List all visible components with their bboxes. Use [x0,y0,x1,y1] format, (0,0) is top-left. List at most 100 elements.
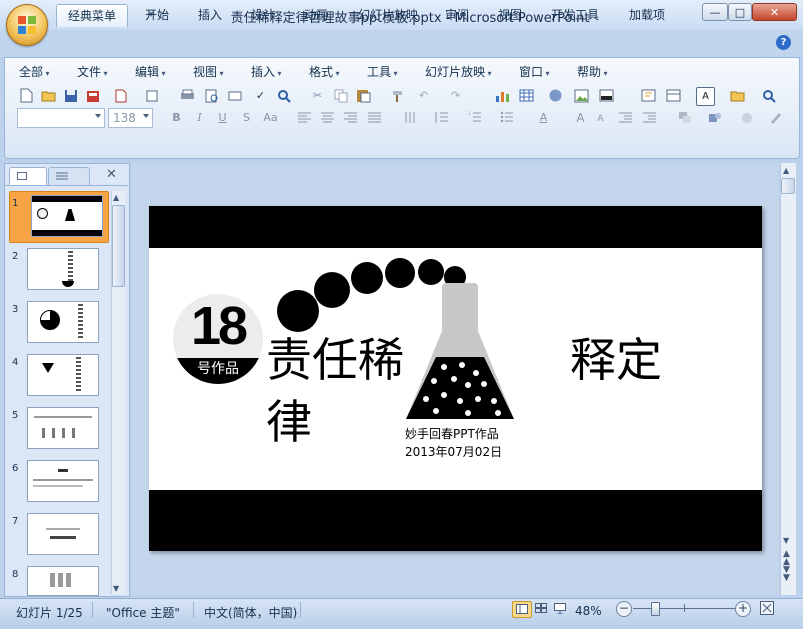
paste-icon[interactable] [355,87,372,104]
save-icon[interactable] [62,87,79,104]
export-pdf-icon[interactable] [112,87,129,104]
slide-thumbnail-7[interactable] [27,513,99,555]
cut-icon[interactable]: ✂ [309,87,326,104]
previous-slide-icon[interactable]: ▲ ▲ [783,550,790,567]
menu-window[interactable]: 窗口 [519,64,550,80]
insert-chart-icon[interactable] [494,87,511,104]
zoom-slider-thumb[interactable] [651,602,660,616]
tab-developer[interactable]: 开发工具 [542,4,608,26]
tab-classic-menu[interactable]: 经典菜单 [56,4,128,27]
menu-help[interactable]: 帮助 [577,64,608,80]
decrease-indent-icon[interactable] [617,109,634,126]
vertical-scrollbar[interactable] [780,163,796,595]
copy-format-icon[interactable] [143,87,160,104]
panel-scroll-down-icon[interactable]: ▼ [113,584,123,594]
text-direction-icon[interactable] [401,109,418,126]
font-size-combo[interactable]: 138 [108,108,153,128]
scroll-down-icon[interactable]: ▼ [783,536,789,545]
slide-thumbnail-4[interactable] [27,354,99,396]
font-color-icon[interactable]: A [535,109,552,126]
research-icon[interactable] [275,87,292,104]
tab-slideshow[interactable]: 幻灯片放映 [350,4,426,26]
slide-thumbnail-1[interactable] [31,195,103,237]
zoom-level[interactable]: 48% [575,604,602,618]
insert-table-icon[interactable] [518,87,535,104]
shadow-icon[interactable]: S [238,109,255,126]
open-icon[interactable] [40,87,57,104]
next-slide-icon[interactable]: ▼ ▼ [783,566,790,583]
slide-sorter-icon[interactable] [226,87,243,104]
minimize-button[interactable]: — [702,3,728,21]
tab-view[interactable]: 视图 [489,4,531,26]
tab-design[interactable]: 设计 [242,4,284,26]
menu-tools[interactable]: 工具 [367,64,398,80]
text-box-icon[interactable]: A [696,87,715,106]
shapes-icon[interactable] [706,109,723,126]
open-folder-icon[interactable] [729,87,746,104]
align-left-icon[interactable] [296,109,313,126]
slide-thumbnail-5[interactable] [27,407,99,449]
spelling-icon[interactable]: ✓ [252,87,269,104]
slide-sorter-view-icon[interactable] [532,601,550,616]
maximize-button[interactable]: □ [728,3,752,21]
language-status[interactable]: 中文(简体，中国) [204,604,297,621]
office-button[interactable] [6,4,48,46]
permission-icon[interactable] [84,87,101,104]
menu-edit[interactable]: 编辑 [135,64,166,80]
slides-tab[interactable] [9,167,47,185]
redo-icon[interactable]: ↷ [447,87,464,104]
change-case-icon[interactable]: Aa [262,109,279,126]
menu-file[interactable]: 文件 [77,64,108,80]
menu-all[interactable]: 全部 [19,64,50,80]
theme-status[interactable]: "Office 主题" [106,604,180,621]
normal-view-icon[interactable] [512,601,532,618]
new-icon[interactable] [18,87,35,104]
format-painter-icon[interactable] [389,87,406,104]
zoom-in-icon[interactable]: + [735,601,751,617]
slide-thumbnail-3[interactable] [27,301,99,343]
find-icon[interactable] [760,87,777,104]
tab-review[interactable]: 审阅 [436,4,478,26]
arrange-icon[interactable] [676,109,693,126]
slide-thumbnail-8[interactable] [27,566,99,596]
italic-icon[interactable]: I [191,109,208,126]
tab-addins[interactable]: 加载项 [619,4,675,26]
justify-icon[interactable] [366,109,383,126]
shape-outline-icon[interactable] [767,109,784,126]
layout-icon[interactable] [665,87,682,104]
tab-home[interactable]: 开始 [136,4,178,26]
bold-icon[interactable]: B [168,109,185,126]
copy-icon[interactable] [332,87,349,104]
slide-thumbnail-2[interactable] [27,248,99,290]
tab-animation[interactable]: 动画 [295,4,337,26]
scroll-thumb[interactable] [781,178,795,194]
font-name-combo[interactable] [17,108,105,128]
slide-thumbnail-6[interactable] [27,460,99,502]
increase-indent-icon[interactable] [641,109,658,126]
close-button[interactable]: ✕ [752,3,797,21]
insert-picture-icon[interactable] [573,87,590,104]
menu-slideshow[interactable]: 幻灯片放映 [425,64,492,80]
zoom-out-icon[interactable]: − [616,601,632,617]
smartart-icon[interactable] [547,87,564,104]
menu-format[interactable]: 格式 [309,64,340,80]
slide[interactable]: 18 号作品 责任稀 律 释定 妙手回春PPT作品 2013年07月02日 [149,206,762,551]
menu-insert[interactable]: 插入 [251,64,282,80]
fit-to-window-icon[interactable] [759,600,775,616]
undo-icon[interactable]: ↶ [415,87,432,104]
close-panel-icon[interactable]: ✕ [106,167,117,182]
align-center-icon[interactable] [319,109,336,126]
bullets-icon[interactable] [498,109,515,126]
help-icon[interactable]: ? [776,35,791,50]
line-spacing-icon[interactable] [433,109,450,126]
underline-icon[interactable]: U [214,109,231,126]
print-preview-icon[interactable] [203,87,220,104]
panel-scroll-up-icon[interactable]: ▲ [113,193,123,203]
line-style-icon[interactable] [598,87,615,104]
shape-fill-icon[interactable] [738,109,755,126]
numbering-icon[interactable]: 1 [466,109,483,126]
menu-view[interactable]: 视图 [193,64,224,80]
panel-scroll-thumb[interactable] [112,205,125,287]
shrink-font-icon[interactable]: A [592,110,609,127]
scroll-up-icon[interactable]: ▲ [783,166,789,175]
